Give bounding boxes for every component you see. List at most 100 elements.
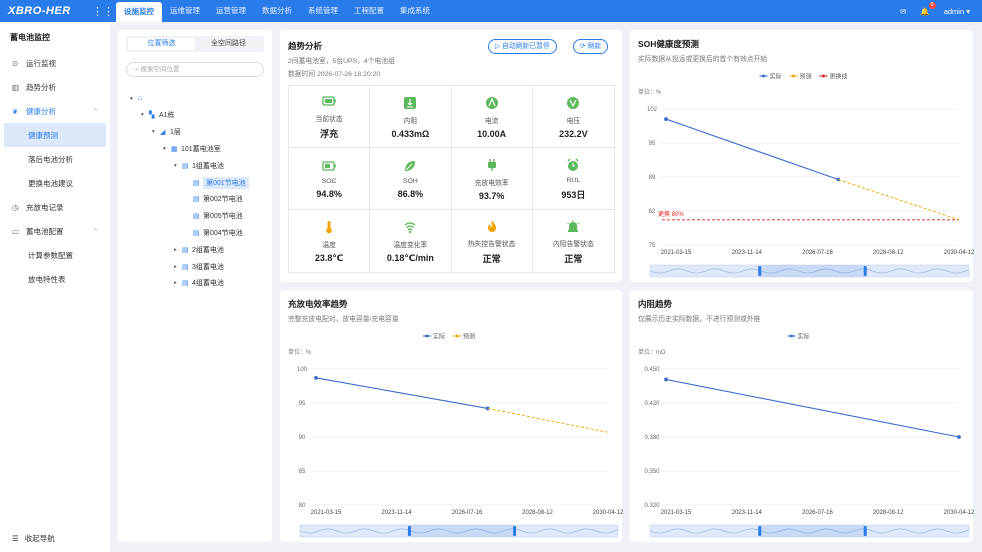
- legend-label: 实际: [770, 73, 782, 81]
- data-point: [664, 377, 668, 382]
- collapse-nav-button[interactable]: ☰ 收起导航: [12, 533, 55, 544]
- tree-node[interactable]: ▤ 第005节电池: [185, 210, 243, 223]
- tree-node[interactable]: ▤ 第002节电池: [185, 193, 243, 206]
- tree-node[interactable]: ▾ ▚ A1栋: [141, 109, 175, 122]
- refresh-button[interactable]: ⟳ 刷新: [573, 39, 609, 54]
- chart-subtitle: 实际数据从投运或更换后的首个有效点开始: [638, 54, 767, 63]
- tree-node[interactable]: ▸ ▤ 2组蓄电池: [174, 243, 224, 256]
- sidebar-item-8[interactable]: 计算参数配置: [0, 243, 110, 267]
- mail-icon[interactable]: ✉: [900, 7, 906, 16]
- soh-leaf-icon: [402, 158, 418, 174]
- y-tick-label: 102: [647, 107, 658, 113]
- home-icon: ⌂: [138, 95, 143, 102]
- sidebar-item-7[interactable]: ▭ 蓄电池配置 ⌃: [0, 219, 110, 243]
- tree-node[interactable]: ▾ ⌂: [130, 92, 148, 105]
- sidebar-item-label: 更换电池建议: [28, 178, 73, 188]
- unit-label: 单位：%: [288, 348, 312, 356]
- tree-node[interactable]: ▾ ◢ 1层: [152, 126, 181, 139]
- top-bar: XBRO-HER ⋮⋮ 设施监控 运维管理 运营管理 数据分析 系统管理 工程配置 集成系统…: [0, 0, 982, 22]
- zoom-slider-handle[interactable]: [758, 266, 762, 276]
- cell-icon: ▤: [193, 213, 200, 221]
- nav-tab-5[interactable]: 工程配置: [346, 0, 392, 22]
- sidebar-item-9[interactable]: 放电特性表: [0, 267, 110, 291]
- nav-tab-0[interactable]: 设施监控: [116, 2, 162, 22]
- battery-icon: ▭: [12, 226, 20, 236]
- tree-node[interactable]: ▤ 第004节电池: [185, 226, 243, 239]
- nav-tab-6[interactable]: 集成系统: [392, 0, 438, 22]
- unit-label: 单位：%: [638, 88, 662, 96]
- auto-refresh-button[interactable]: ▷ 自动刷新已暂停: [488, 39, 557, 54]
- legend-marker: [455, 334, 459, 338]
- sidebar-item-5[interactable]: 更换电池建议: [0, 171, 110, 195]
- floor-icon: ◢: [160, 129, 166, 137]
- sidebar-item-6[interactable]: ◷ 充放电记录: [0, 195, 110, 219]
- sidebar: 蓄电池监控 ⊙ 运行监视 ▥ 趋势分析 ❦ 健康分析 ⌃ 健康预测 落后电池分析 更换电池建议 ◷ 充…: [0, 22, 110, 552]
- metric-cell: 充放电效率 93.7%: [451, 148, 533, 210]
- tree-node-label: 1层: [170, 129, 181, 137]
- legend-item: 预测: [789, 73, 812, 81]
- tree-node[interactable]: ▸ ▤ 4组蓄电池: [174, 277, 224, 290]
- sidebar-item-3[interactable]: 健康预测: [4, 123, 106, 147]
- metric-cell: 内阻 0.433mΩ: [370, 86, 452, 148]
- caret-icon: ▸: [174, 280, 177, 287]
- metric-cell: 热失控告警状态 正常: [452, 210, 533, 272]
- series-line-1: [838, 179, 960, 221]
- group-icon: ▤: [182, 246, 189, 254]
- y-tick-label: 0.450: [644, 367, 660, 373]
- auto-refresh-label: 自动刷新已暂停: [502, 43, 550, 50]
- apps-grid-icon[interactable]: ⋮⋮: [90, 5, 116, 18]
- legend-item: 更换线: [819, 73, 848, 81]
- chart-1[interactable]: 充放电效率趋势完整充放电配对，放电容量/充电容量实际 预测单位：% 100 95 90 8…: [280, 290, 624, 542]
- nav-tab-2[interactable]: 运营管理: [208, 0, 254, 22]
- legend-item: 实际: [423, 333, 445, 341]
- caret-icon: ▾: [152, 129, 155, 136]
- group-icon: ▤: [182, 162, 189, 170]
- sidebar-item-label: 放电特性表: [28, 274, 66, 284]
- y-tick-label: 82: [649, 209, 656, 215]
- tree-node[interactable]: ▸ ▤ 3组蓄电池: [174, 260, 224, 273]
- tab-location-filter[interactable]: 位置筛选: [128, 38, 195, 50]
- user-menu[interactable]: admin ▾: [944, 7, 970, 16]
- tree-node-label: 1组蓄电池: [192, 162, 224, 170]
- nav-tab-1[interactable]: 运维管理: [162, 0, 208, 22]
- sidebar-item-label: 健康预测: [28, 130, 58, 140]
- x-tick-label: 2021-03-15: [311, 510, 342, 516]
- soc-icon: [321, 158, 337, 174]
- chart-2[interactable]: 内阻趋势仅展示历史实际数据，不进行预测或外推实际单位：mΩ 0.450 0.420 0…: [630, 290, 975, 542]
- metric-cell: 电流 10.00A: [451, 86, 533, 148]
- tree-node-label: 2组蓄电池: [192, 246, 224, 254]
- search-icon: ⌕: [135, 66, 139, 73]
- group-icon: ▤: [182, 263, 189, 271]
- tree-search-input[interactable]: ⌕ 搜索空间位置: [126, 62, 264, 77]
- chart-subtitle: 完整充放电配对，放电容量/充电容量: [288, 314, 399, 323]
- sidebar-item-0[interactable]: ⊙ 运行监视: [0, 51, 110, 75]
- chart-0[interactable]: SOH健康度预测实际数据从投运或更换后的首个有效点开始实际 预测 更换线单位：% 10…: [630, 30, 975, 282]
- nav-tab-4[interactable]: 系统管理: [300, 0, 346, 22]
- tree-node[interactable]: ▾ ▤ 1组蓄电池: [174, 159, 224, 172]
- tree-node[interactable]: ▾ ▦ 101蓄电池室: [163, 142, 221, 155]
- legend-label: 实际: [433, 333, 445, 341]
- zoom-slider-handle[interactable]: [758, 526, 762, 536]
- chevron-up-icon: ⌃: [92, 108, 98, 115]
- sidebar-item-label: 计算参数配置: [28, 250, 73, 260]
- legend-marker: [790, 334, 793, 338]
- sidebar-item-2[interactable]: ❦ 健康分析 ⌃: [0, 99, 110, 123]
- metric-value: 93.7%: [478, 190, 505, 201]
- zoom-slider-handle[interactable]: [513, 526, 517, 536]
- sidebar-item-1[interactable]: ▥ 趋势分析: [0, 75, 110, 99]
- sidebar-item-4[interactable]: 落后电池分析: [0, 147, 110, 171]
- metric-label: 内阻: [403, 117, 418, 125]
- cell-icon: ▤: [193, 179, 200, 187]
- metric-cell: RUL 953日: [532, 148, 614, 210]
- sidebar-item-label: 趋势分析: [26, 82, 56, 92]
- tab-full-path[interactable]: 全空间路径: [195, 38, 262, 50]
- bar-chart-icon: ▥: [12, 82, 20, 92]
- zoom-slider-handle[interactable]: [863, 266, 867, 276]
- bell-icon[interactable]: 🔔 9: [920, 1, 936, 16]
- tree-node-label: 4组蓄电池: [192, 280, 224, 288]
- nav-tab-3[interactable]: 数据分析: [254, 0, 300, 22]
- x-tick-label: 2028-08-12: [522, 510, 553, 516]
- tree-node[interactable]: ▤ 第001节电池: [185, 176, 249, 189]
- zoom-slider-handle[interactable]: [863, 526, 867, 536]
- zoom-slider-handle[interactable]: [407, 526, 411, 536]
